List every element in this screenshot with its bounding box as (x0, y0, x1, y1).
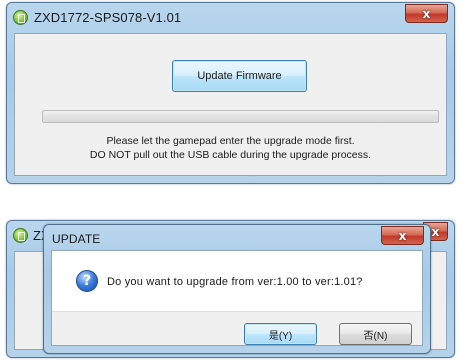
instruction-text-line-2: DO NOT pull out the USB cable during the… (89, 149, 372, 161)
dialog-question-text: Do you want to upgrade from ver:1.00 to … (107, 276, 363, 288)
yes-button[interactable]: 是(Y) (244, 323, 317, 345)
close-icon: x (422, 6, 431, 21)
app-icon (13, 228, 28, 243)
update-confirm-dialog: UPDATE x ? Do you want to upgrade from v… (43, 224, 431, 354)
dialog-message-area: ? Do you want to upgrade from ver:1.00 t… (52, 251, 422, 311)
close-button[interactable]: x (405, 4, 448, 23)
dialog-client-area: ? Do you want to upgrade from ver:1.00 t… (51, 250, 423, 346)
question-icon: ? (76, 270, 98, 292)
upgrade-progress-bar (42, 110, 439, 123)
app-icon (13, 10, 28, 25)
title-bar[interactable]: ZXD1772-SPS078-V1.01 x (7, 3, 454, 33)
window-client-area: Update Firmware Please let the gamepad e… (14, 33, 447, 176)
dialog-close-button[interactable]: x (381, 226, 424, 245)
update-firmware-button[interactable]: Update Firmware (172, 60, 307, 92)
firmware-updater-window: ZXD1772-SPS078-V1.01 x Update Firmware P… (6, 2, 455, 184)
close-icon: x (398, 228, 407, 243)
close-icon: x (431, 224, 440, 239)
dialog-button-area: 是(Y) 否(N) (52, 311, 422, 345)
instruction-text-line-1: Please let the gamepad enter the upgrade… (106, 135, 355, 147)
no-button[interactable]: 否(N) (339, 323, 412, 345)
dialog-title: UPDATE (52, 232, 101, 246)
window-title: ZXD1772-SPS078-V1.01 (34, 10, 182, 25)
